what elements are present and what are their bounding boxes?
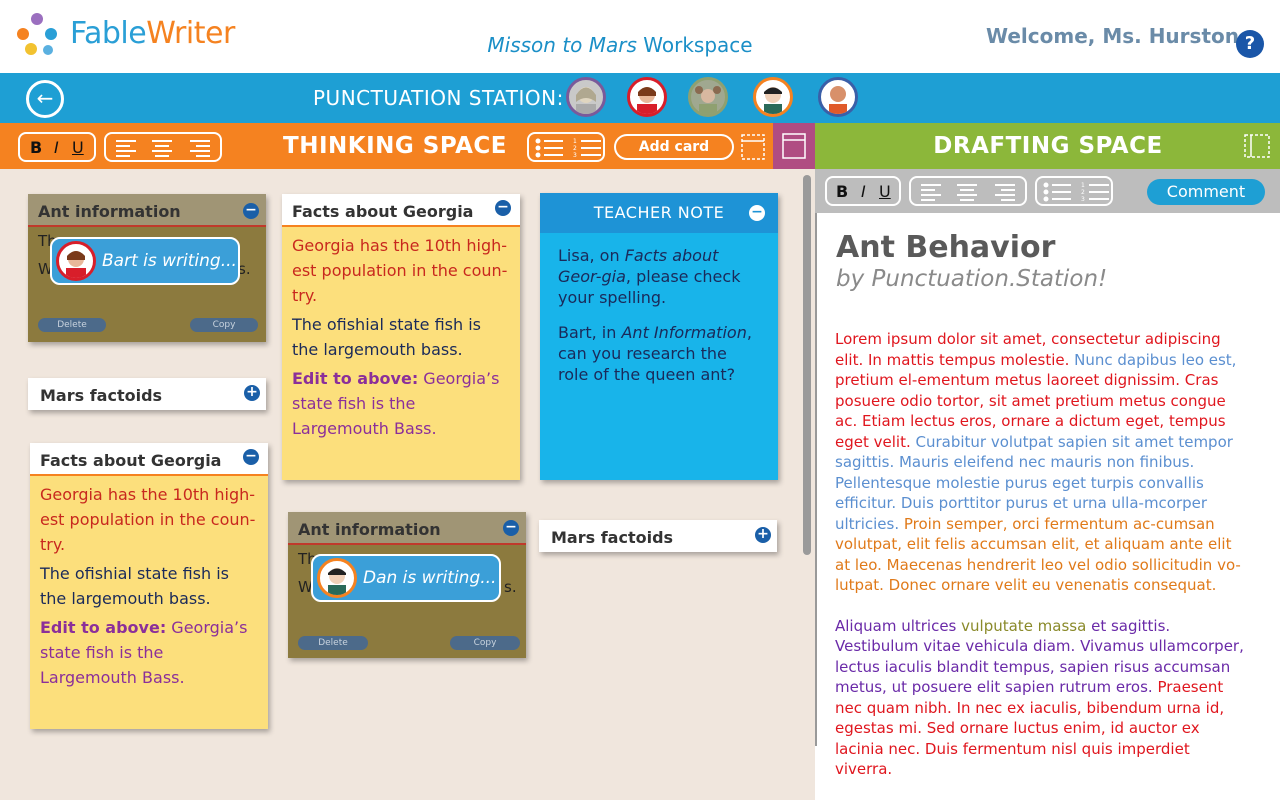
- layout-icon: [782, 133, 806, 159]
- document-paragraph[interactable]: Aliquam ultrices vulputate massa et sagi…: [835, 616, 1245, 780]
- text-run: Aliquam ultrices: [835, 616, 962, 635]
- card-title: Ant information: [288, 512, 526, 545]
- collapse-icon[interactable]: −: [495, 200, 511, 216]
- card-text: The ofishial state fish is the largemout…: [292, 315, 482, 359]
- pane-divider: [815, 213, 817, 746]
- svg-text:1: 1: [1081, 182, 1085, 189]
- help-icon[interactable]: ?: [1236, 30, 1264, 58]
- avatar-gray-girl[interactable]: [566, 77, 606, 117]
- card-facts-about-georgia[interactable]: Facts about Georgia − Georgia has the 10…: [282, 194, 520, 480]
- underline-button[interactable]: U: [879, 182, 891, 201]
- card-edit-text: Edit to above: Georgia’s state fish is t…: [292, 369, 500, 438]
- station-label: PUNCTUATION STATION:: [313, 86, 564, 110]
- align-left-icon[interactable]: [116, 139, 136, 157]
- teacher-note-text: Bart, in Ant Information, can you resear…: [558, 323, 752, 384]
- card-text: Georgia has the 10th high-est population…: [40, 485, 256, 554]
- svg-text:2: 2: [1081, 189, 1085, 196]
- teacher-note-title: TEACHER NOTE: [540, 193, 778, 233]
- card-text-fragment: s.: [504, 578, 517, 596]
- copy-button[interactable]: Copy: [190, 318, 258, 332]
- teacher-note-text: Lisa, on Facts about Geor-gia, please ch…: [558, 246, 741, 307]
- bullet-list-icon[interactable]: [535, 138, 563, 158]
- document-byline[interactable]: by Punctuation.Station!: [836, 266, 1107, 292]
- avatar-red-boy[interactable]: [627, 77, 667, 117]
- welcome-message: Welcome, Ms. Hurston: [986, 24, 1239, 48]
- list-group: 123: [1035, 176, 1113, 206]
- svg-text:1: 1: [573, 138, 577, 145]
- align-group: [909, 176, 1027, 206]
- italic-button[interactable]: I: [861, 182, 866, 201]
- card-title: Facts about Georgia: [30, 443, 268, 476]
- back-arrow-icon[interactable]: ←: [26, 80, 64, 118]
- avatar-pigtails-girl[interactable]: [688, 77, 728, 117]
- collapse-icon[interactable]: −: [503, 520, 519, 536]
- document-paragraph[interactable]: Lorem ipsum dolor sit amet, consectetur …: [835, 329, 1245, 596]
- avatar-orange-boy[interactable]: [753, 77, 793, 117]
- comment-button[interactable]: Comment: [1147, 179, 1265, 205]
- align-center-icon[interactable]: [957, 183, 977, 201]
- delete-button[interactable]: Delete: [38, 318, 106, 332]
- add-card-button[interactable]: Add card: [614, 134, 734, 160]
- drafting-panel-icon[interactable]: [1244, 134, 1270, 158]
- card-title: Mars factoids: [40, 386, 163, 405]
- card-mars-factoids[interactable]: Mars factoids +: [539, 520, 777, 552]
- document-body[interactable]: Lorem ipsum dolor sit amet, consectetur …: [835, 329, 1245, 800]
- avatar-red-boy: [56, 241, 96, 281]
- brand-logo: FableWriter: [70, 16, 235, 51]
- card-title: Ant information: [28, 194, 266, 227]
- card-title: Mars factoids: [551, 528, 674, 547]
- list-group: 123: [527, 132, 605, 162]
- svg-text:3: 3: [573, 152, 577, 158]
- underline-button[interactable]: U: [72, 138, 84, 157]
- align-left-icon[interactable]: [921, 183, 941, 201]
- writing-indicator: Bart is writing...: [50, 237, 240, 285]
- card-facts-about-georgia[interactable]: Facts about Georgia − Georgia has the 10…: [30, 443, 268, 729]
- numbered-list-icon[interactable]: 123: [573, 138, 601, 158]
- card-text: Georgia has the 10th high-est population…: [292, 236, 508, 305]
- drafting-space-title: DRAFTING SPACE: [933, 133, 1163, 159]
- italic-button[interactable]: I: [54, 138, 59, 157]
- collapse-icon[interactable]: −: [749, 205, 765, 221]
- card-edit-text: Edit to above: Georgia’s state fish is t…: [40, 618, 248, 687]
- svg-text:3: 3: [1081, 196, 1085, 202]
- thinking-space-title: THINKING SPACE: [283, 133, 507, 159]
- expand-icon[interactable]: +: [755, 527, 771, 543]
- writing-text: Dan is writing...: [363, 568, 497, 588]
- align-right-icon[interactable]: [190, 139, 210, 157]
- card-title: Facts about Georgia: [282, 194, 520, 227]
- bullet-list-icon[interactable]: [1043, 182, 1071, 202]
- layout-toggle-button[interactable]: [773, 123, 815, 169]
- bold-button[interactable]: B: [30, 138, 42, 157]
- writing-indicator: Dan is writing...: [311, 554, 501, 602]
- avatar-orange-boy: [317, 558, 357, 598]
- align-right-icon[interactable]: [995, 183, 1015, 201]
- bold-button[interactable]: B: [836, 182, 848, 201]
- text-format-group: B I U: [18, 132, 96, 162]
- delete-button[interactable]: Delete: [298, 636, 368, 650]
- card-mars-factoids[interactable]: Mars factoids +: [28, 378, 266, 410]
- logo-dots-icon: [17, 13, 57, 55]
- teacher-note-card[interactable]: TEACHER NOTE − Lisa, on Facts about Geor…: [540, 193, 778, 480]
- align-group: [104, 132, 222, 162]
- workspace-title: Misson to Mars Workspace: [487, 33, 753, 57]
- card-text: The ofishial state fish is the largemout…: [40, 564, 230, 608]
- document-title[interactable]: Ant Behavior: [836, 230, 1055, 265]
- text-run: vulputate massa: [961, 616, 1092, 635]
- expand-icon[interactable]: +: [244, 385, 260, 401]
- align-center-icon[interactable]: [152, 139, 172, 157]
- text-format-group: B I U: [825, 176, 901, 206]
- writing-text: Bart is writing...: [102, 251, 237, 271]
- copy-button[interactable]: Copy: [450, 636, 520, 650]
- avatar-bald-boy[interactable]: [818, 77, 858, 117]
- panel-toggle-icon[interactable]: [741, 134, 765, 160]
- svg-text:2: 2: [573, 145, 577, 152]
- scrollbar-thumb[interactable]: [803, 175, 811, 555]
- text-run: Nunc dapibus leo est,: [1074, 350, 1237, 369]
- collapse-icon[interactable]: −: [243, 203, 259, 219]
- collapse-icon[interactable]: −: [243, 449, 259, 465]
- numbered-list-icon[interactable]: 123: [1081, 182, 1109, 202]
